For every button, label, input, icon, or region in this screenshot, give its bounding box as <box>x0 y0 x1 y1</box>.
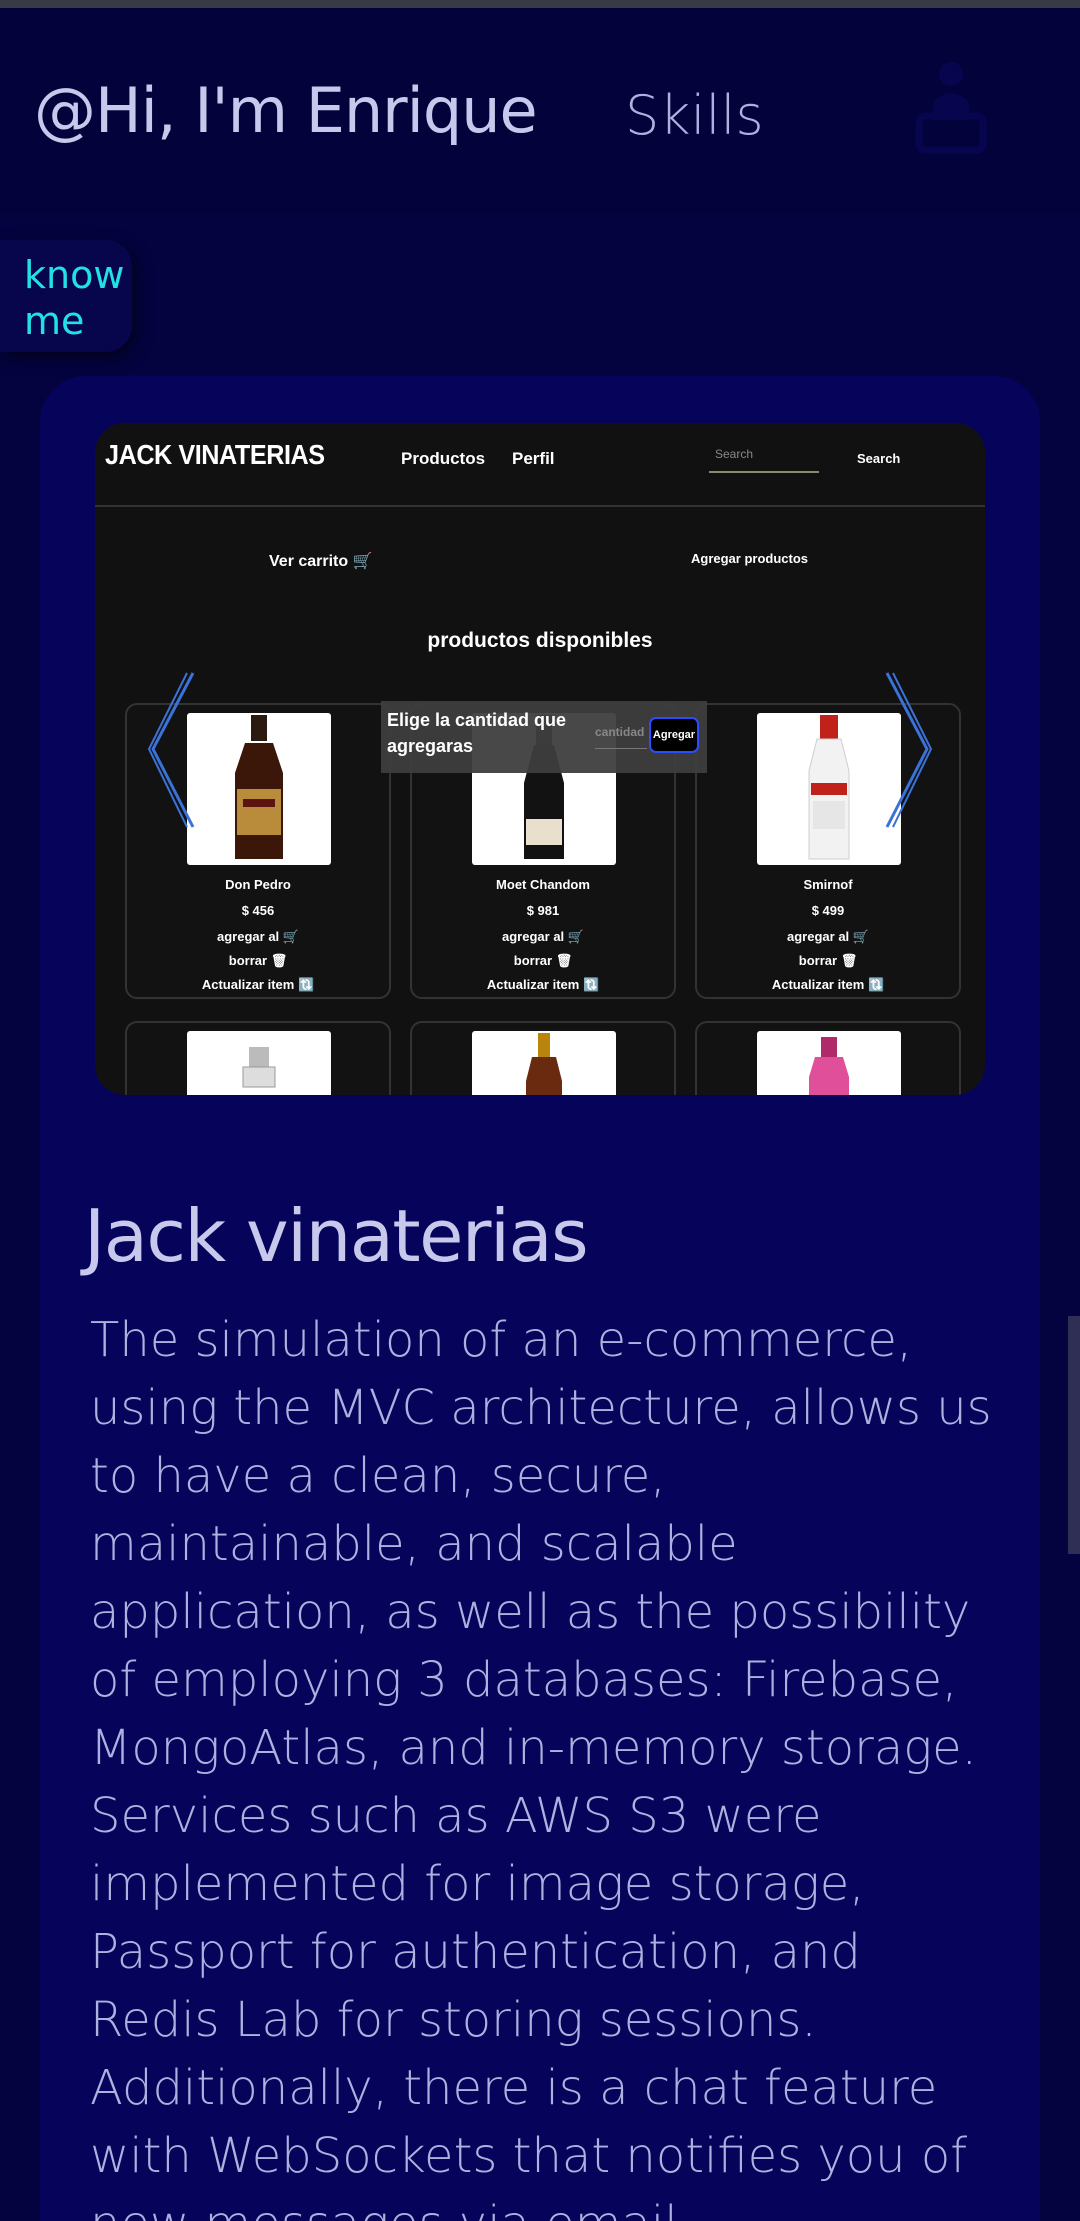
screenshot-search-input: Search <box>709 445 819 473</box>
product-card <box>410 1021 676 1095</box>
carousel-next-icon <box>885 672 933 828</box>
product-card <box>695 1021 961 1095</box>
screenshot-products-heading: productos disponibles <box>427 629 653 652</box>
know-me-button[interactable]: know me <box>0 240 132 352</box>
screenshot-navbar: JACK VINATERIAS Productos Perfil Search … <box>95 423 985 507</box>
screenshot-search-button: Search <box>857 451 901 466</box>
popup-quantity-input: cantidad <box>595 725 647 749</box>
product-image <box>757 713 901 865</box>
product-add-to-cart: agregar al 🛒 <box>217 929 299 944</box>
project-description: The simulation of an e-commerce, using t… <box>90 1312 992 2221</box>
product-add-to-cart: agregar al 🛒 <box>502 929 584 944</box>
product-delete: borrar 🗑 <box>228 953 288 968</box>
project-screenshot: JACK VINATERIAS Productos Perfil Search … <box>95 423 985 1095</box>
product-add-to-cart: agregar al 🛒 <box>787 929 869 944</box>
site-header: @Hi, I'm Enrique Skills <box>0 8 1080 213</box>
product-name: Moet Chandom <box>496 877 590 892</box>
screenshot-brand: JACK VINATERIAS <box>105 439 325 470</box>
product-price: $ 456 <box>241 903 275 918</box>
quantity-popup: Elige la cantidad que agregaras cantidad… <box>381 701 707 773</box>
product-name: Smirnof <box>803 877 853 892</box>
popup-label: Elige la cantidad que agregaras <box>387 710 567 756</box>
nav-link-skills[interactable]: Skills <box>625 84 764 147</box>
product-update: Actualizar item 🔃 <box>771 977 885 992</box>
user-laptop-icon[interactable] <box>905 58 995 158</box>
screenshot-nav-productos: Productos <box>401 449 486 468</box>
screenshot-nav-perfil: Perfil <box>512 449 555 468</box>
screenshot-add-products: Agregar productos <box>691 551 809 566</box>
product-update: Actualizar item 🔃 <box>486 977 600 992</box>
product-image <box>187 713 331 865</box>
product-delete: borrar 🗑 <box>513 953 573 968</box>
greeting-title: @Hi, I'm Enrique <box>34 74 538 147</box>
top-edge <box>0 0 1080 8</box>
product-price: $ 981 <box>526 903 560 918</box>
product-image <box>472 1031 616 1095</box>
carousel-prev-icon <box>147 672 195 828</box>
popup-add-button: Agregar <box>649 717 699 753</box>
product-image <box>757 1031 901 1095</box>
scrollbar-thumb[interactable] <box>1068 1316 1080 1554</box>
screenshot-view-cart: Ver carrito 🛒 <box>269 553 373 570</box>
product-image <box>187 1031 331 1095</box>
product-delete: borrar 🗑 <box>798 953 858 968</box>
product-card <box>125 1021 391 1095</box>
product-name: Don Pedro <box>225 877 291 892</box>
product-price: $ 499 <box>811 903 845 918</box>
project-title: Jack vinaterias <box>84 1194 589 1278</box>
product-update: Actualizar item 🔃 <box>201 977 315 992</box>
